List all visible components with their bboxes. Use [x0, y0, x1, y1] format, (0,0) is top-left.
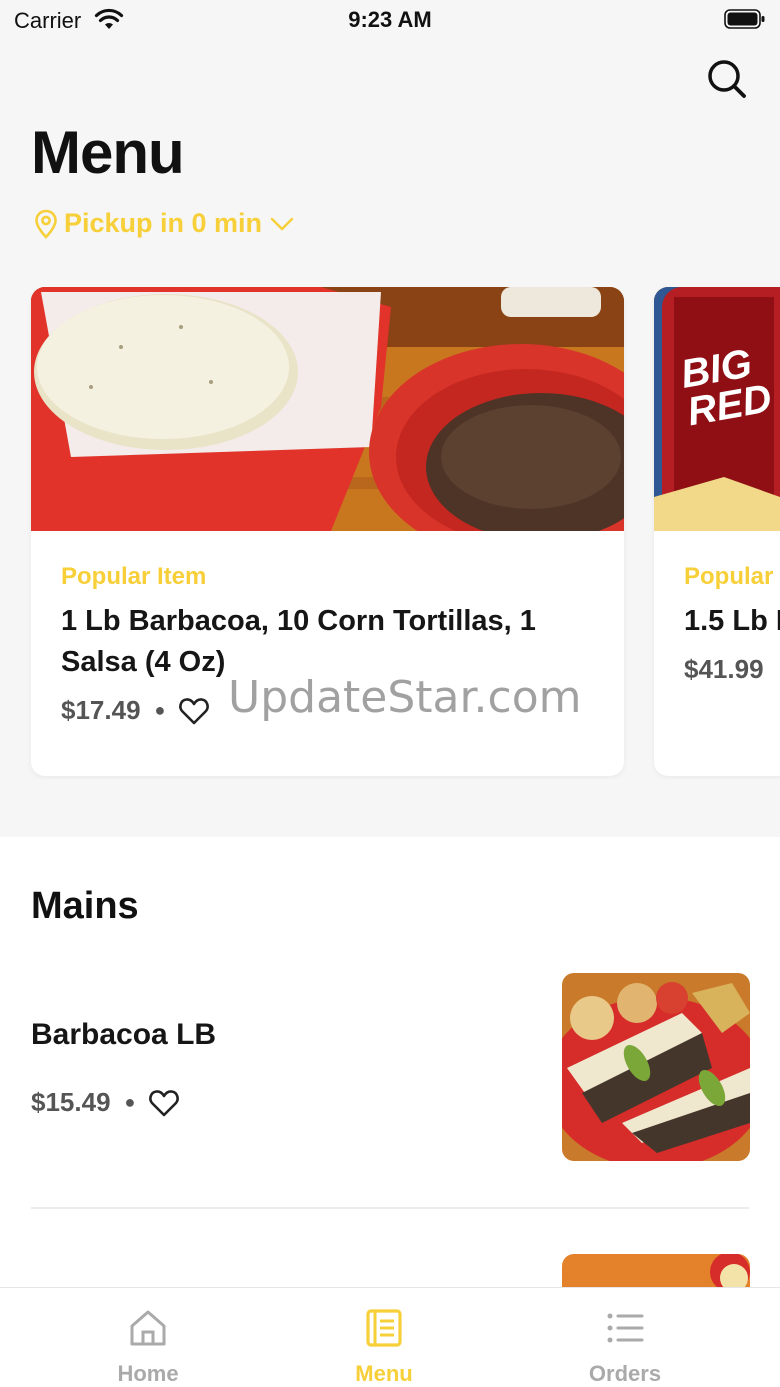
pickup-label: Pickup in 0 min	[64, 208, 263, 238]
menu-item-price: $15.49	[31, 1087, 111, 1117]
featured-card[interactable]: BIG RED Popular Item 1.5 Lb Barbacoa, 1 …	[654, 287, 780, 776]
search-icon	[708, 60, 746, 98]
tab-home[interactable]: Home	[48, 1288, 248, 1387]
search-button[interactable]	[704, 56, 748, 100]
watermark: UpdateStar.com	[228, 672, 582, 723]
chevron-down-icon	[270, 217, 294, 230]
divider	[31, 1207, 749, 1209]
page-title: Menu	[31, 119, 185, 186]
tab-menu[interactable]: Menu	[284, 1288, 484, 1387]
tab-label: Orders	[588, 1361, 662, 1386]
home-icon	[130, 1310, 166, 1346]
status-bar: Carrier 9:23 AM	[0, 0, 780, 40]
card-price: $41.99	[684, 654, 764, 684]
separator-dot: ●	[124, 1092, 136, 1112]
card-item-name: 1.5 Lb Barbacoa, 1 Dozen Tamales	[684, 605, 780, 637]
card-item-name: 1 Lb Barbacoa, 10 Corn Tortillas, 1 Sals…	[61, 605, 536, 678]
featured-item-image: BIG RED	[654, 287, 780, 531]
tab-label: Home	[117, 1361, 179, 1386]
pickup-selector[interactable]: Pickup in 0 min	[34, 208, 294, 239]
tab-label: Menu	[355, 1361, 413, 1386]
menu-item-name: Barbacoa LB	[31, 1018, 217, 1051]
card-tag: Popular Item	[684, 563, 780, 590]
featured-item-image	[31, 287, 624, 531]
favorite-heart-icon[interactable]	[179, 697, 210, 725]
location-pin-icon	[35, 209, 57, 239]
menu-book-icon	[366, 1309, 402, 1347]
tab-orders[interactable]: Orders	[525, 1288, 725, 1387]
card-tag: Popular Item	[61, 563, 207, 590]
bottle-label-text: BIG RED	[677, 341, 775, 435]
separator-dot: ●	[154, 700, 166, 720]
section-title: Mains	[31, 885, 139, 927]
battery-icon	[724, 9, 765, 29]
tab-bar: Home Menu Orders	[0, 1287, 780, 1387]
list-icon	[607, 1313, 644, 1343]
menu-item-image[interactable]	[562, 973, 750, 1161]
favorite-heart-icon[interactable]	[149, 1089, 180, 1117]
mains-section: Mains Barbacoa LB $15.49 ●	[0, 837, 780, 1294]
card-price: $17.49	[61, 695, 141, 725]
status-time: 9:23 AM	[348, 7, 432, 32]
